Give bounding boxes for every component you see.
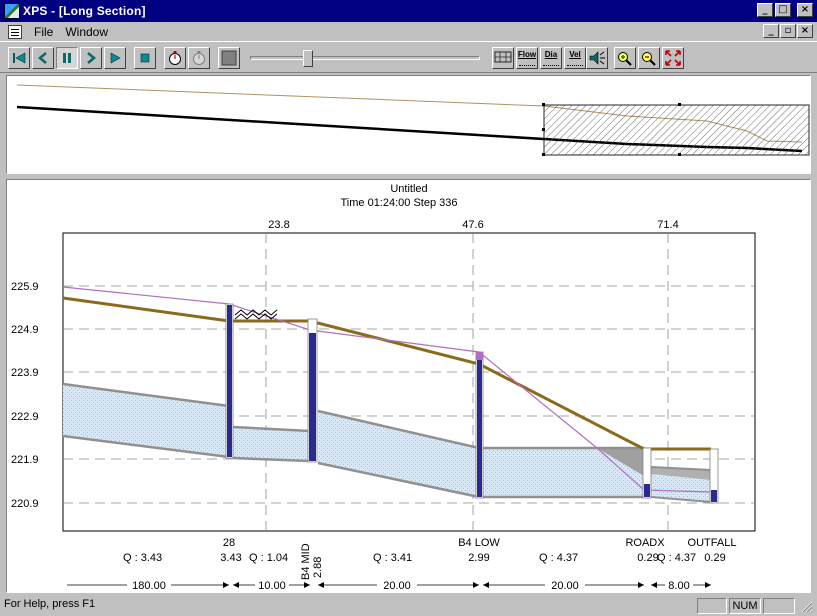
y-tick-label: 225.9 xyxy=(11,281,39,293)
vel-label: Vel xyxy=(569,50,581,59)
manhole-outfall[interactable] xyxy=(709,448,719,504)
menu-file[interactable]: File xyxy=(28,25,59,39)
record-button[interactable] xyxy=(218,47,240,69)
section-subtitle: Time 01:24:00 Step 336 xyxy=(340,197,457,209)
child-minimize-button[interactable]: _ xyxy=(763,24,779,38)
zoom-out-button[interactable] xyxy=(638,47,660,69)
time-slider-track[interactable] xyxy=(250,56,480,60)
node-label: 28 xyxy=(223,537,235,549)
length-label: 20.00 xyxy=(383,580,411,592)
time-slider-thumb[interactable] xyxy=(302,50,313,67)
manhole-b4-low[interactable] xyxy=(475,351,484,499)
node-label: B4 LOW xyxy=(458,537,500,549)
toolbar: Flow Dia Vel xyxy=(0,41,817,73)
y-tick-label: 221.9 xyxy=(11,454,39,466)
status-bar: For Help, press F1 NUM xyxy=(0,595,817,616)
grid-view-button[interactable] xyxy=(492,47,514,69)
length-label: 20.00 xyxy=(551,580,579,592)
flow-label: Q : 4.37 xyxy=(657,552,696,564)
diameter-button[interactable]: Dia xyxy=(540,47,562,69)
zoom-extents-icon xyxy=(665,50,681,66)
manhole-roadx[interactable] xyxy=(642,447,652,499)
status-pane-caps xyxy=(697,598,727,614)
title-bar: XPS - [Long Section] _ □ × xyxy=(0,0,817,22)
overview-profile xyxy=(16,84,810,156)
step-forward-icon xyxy=(87,52,96,64)
resize-grip-icon[interactable] xyxy=(800,600,813,613)
menu-window[interactable]: Window xyxy=(59,25,114,39)
zoom-extents-button[interactable] xyxy=(662,47,684,69)
velocity-button[interactable]: Vel xyxy=(564,47,586,69)
app-icon xyxy=(4,3,20,19)
length-label: 8.00 xyxy=(668,580,689,592)
y-tick-label: 223.9 xyxy=(11,367,39,379)
timer-reset-button[interactable] xyxy=(188,47,210,69)
menu-bar: File Window xyxy=(0,22,817,41)
water-fill-pipe-3 xyxy=(318,411,479,497)
zoom-in-button[interactable] xyxy=(614,47,636,69)
node-label: ROADX xyxy=(625,537,665,549)
length-label: 180.00 xyxy=(132,580,166,592)
maximize-button[interactable]: □ xyxy=(775,3,791,17)
minimize-button[interactable]: _ xyxy=(757,3,773,17)
step-back-button[interactable] xyxy=(32,47,54,69)
flow-button[interactable]: Flow xyxy=(516,47,538,69)
overview-viewport[interactable] xyxy=(543,104,810,156)
top-tick-label: 71.4 xyxy=(657,219,678,231)
timer-button[interactable] xyxy=(164,47,186,69)
flow-label: Q : 4.37 xyxy=(539,552,578,564)
overview-panel[interactable] xyxy=(6,75,811,174)
y-tick-label: 220.9 xyxy=(11,498,39,510)
status-pane-scroll xyxy=(763,598,795,614)
grid-icon xyxy=(494,51,512,63)
node-value: 0.29 xyxy=(637,552,658,564)
flow-label: Flow xyxy=(517,50,537,59)
node-value: 2.88 xyxy=(312,557,324,578)
manhole-b4-mid[interactable] xyxy=(307,318,318,463)
y-tick-label: 224.9 xyxy=(11,324,39,336)
rewind-start-button[interactable] xyxy=(8,47,30,69)
square-icon xyxy=(221,50,237,66)
node-label: OUTFALL xyxy=(688,537,737,549)
flow-label: Q : 3.43 xyxy=(123,552,162,564)
manhole-28[interactable] xyxy=(225,303,234,459)
zoom-out-icon xyxy=(642,52,656,66)
top-tick-label: 47.6 xyxy=(462,219,483,231)
child-close-button[interactable]: × xyxy=(797,24,813,38)
y-tick-label: 222.9 xyxy=(11,411,39,423)
water-fill-pipe-2 xyxy=(233,427,310,461)
node-value: 0.29 xyxy=(704,552,725,564)
step-forward-button[interactable] xyxy=(80,47,102,69)
top-tick-label: 23.8 xyxy=(268,219,289,231)
window-title: XPS - [Long Section] xyxy=(23,4,146,18)
play-icon xyxy=(110,52,121,64)
zoom-in-icon xyxy=(618,52,632,66)
pause-icon xyxy=(63,53,71,63)
flow-label: Q : 1.04 xyxy=(249,552,288,564)
long-section-chart: Untitled Time 01:24:00 Step 336 23.8 47.… xyxy=(11,183,756,592)
skip-start-icon xyxy=(13,52,26,64)
close-button[interactable]: × xyxy=(797,3,813,17)
length-label: 10.00 xyxy=(258,580,286,592)
stopwatch-disabled-icon xyxy=(193,51,205,65)
play-button[interactable] xyxy=(104,47,126,69)
node-value: 2.99 xyxy=(468,552,489,564)
stop-icon xyxy=(140,53,150,63)
dia-label: Dia xyxy=(544,50,558,59)
stopwatch-icon xyxy=(169,51,181,65)
flow-label: Q : 3.41 xyxy=(373,552,412,564)
sound-button[interactable] xyxy=(586,47,608,69)
long-section-panel[interactable]: Untitled Time 01:24:00 Step 336 23.8 47.… xyxy=(6,179,811,593)
step-back-icon xyxy=(38,52,47,64)
node-value: 3.43 xyxy=(220,552,241,564)
pause-button[interactable] xyxy=(56,47,78,69)
section-title: Untitled xyxy=(390,183,427,195)
stop-button[interactable] xyxy=(134,47,156,69)
status-pane-num: NUM xyxy=(729,598,761,614)
document-icon[interactable] xyxy=(8,24,22,39)
status-text: For Help, press F1 xyxy=(4,598,96,610)
speaker-icon xyxy=(589,51,605,65)
child-restore-button[interactable]: ▫ xyxy=(780,24,796,38)
node-label: B4 MID xyxy=(300,543,312,580)
